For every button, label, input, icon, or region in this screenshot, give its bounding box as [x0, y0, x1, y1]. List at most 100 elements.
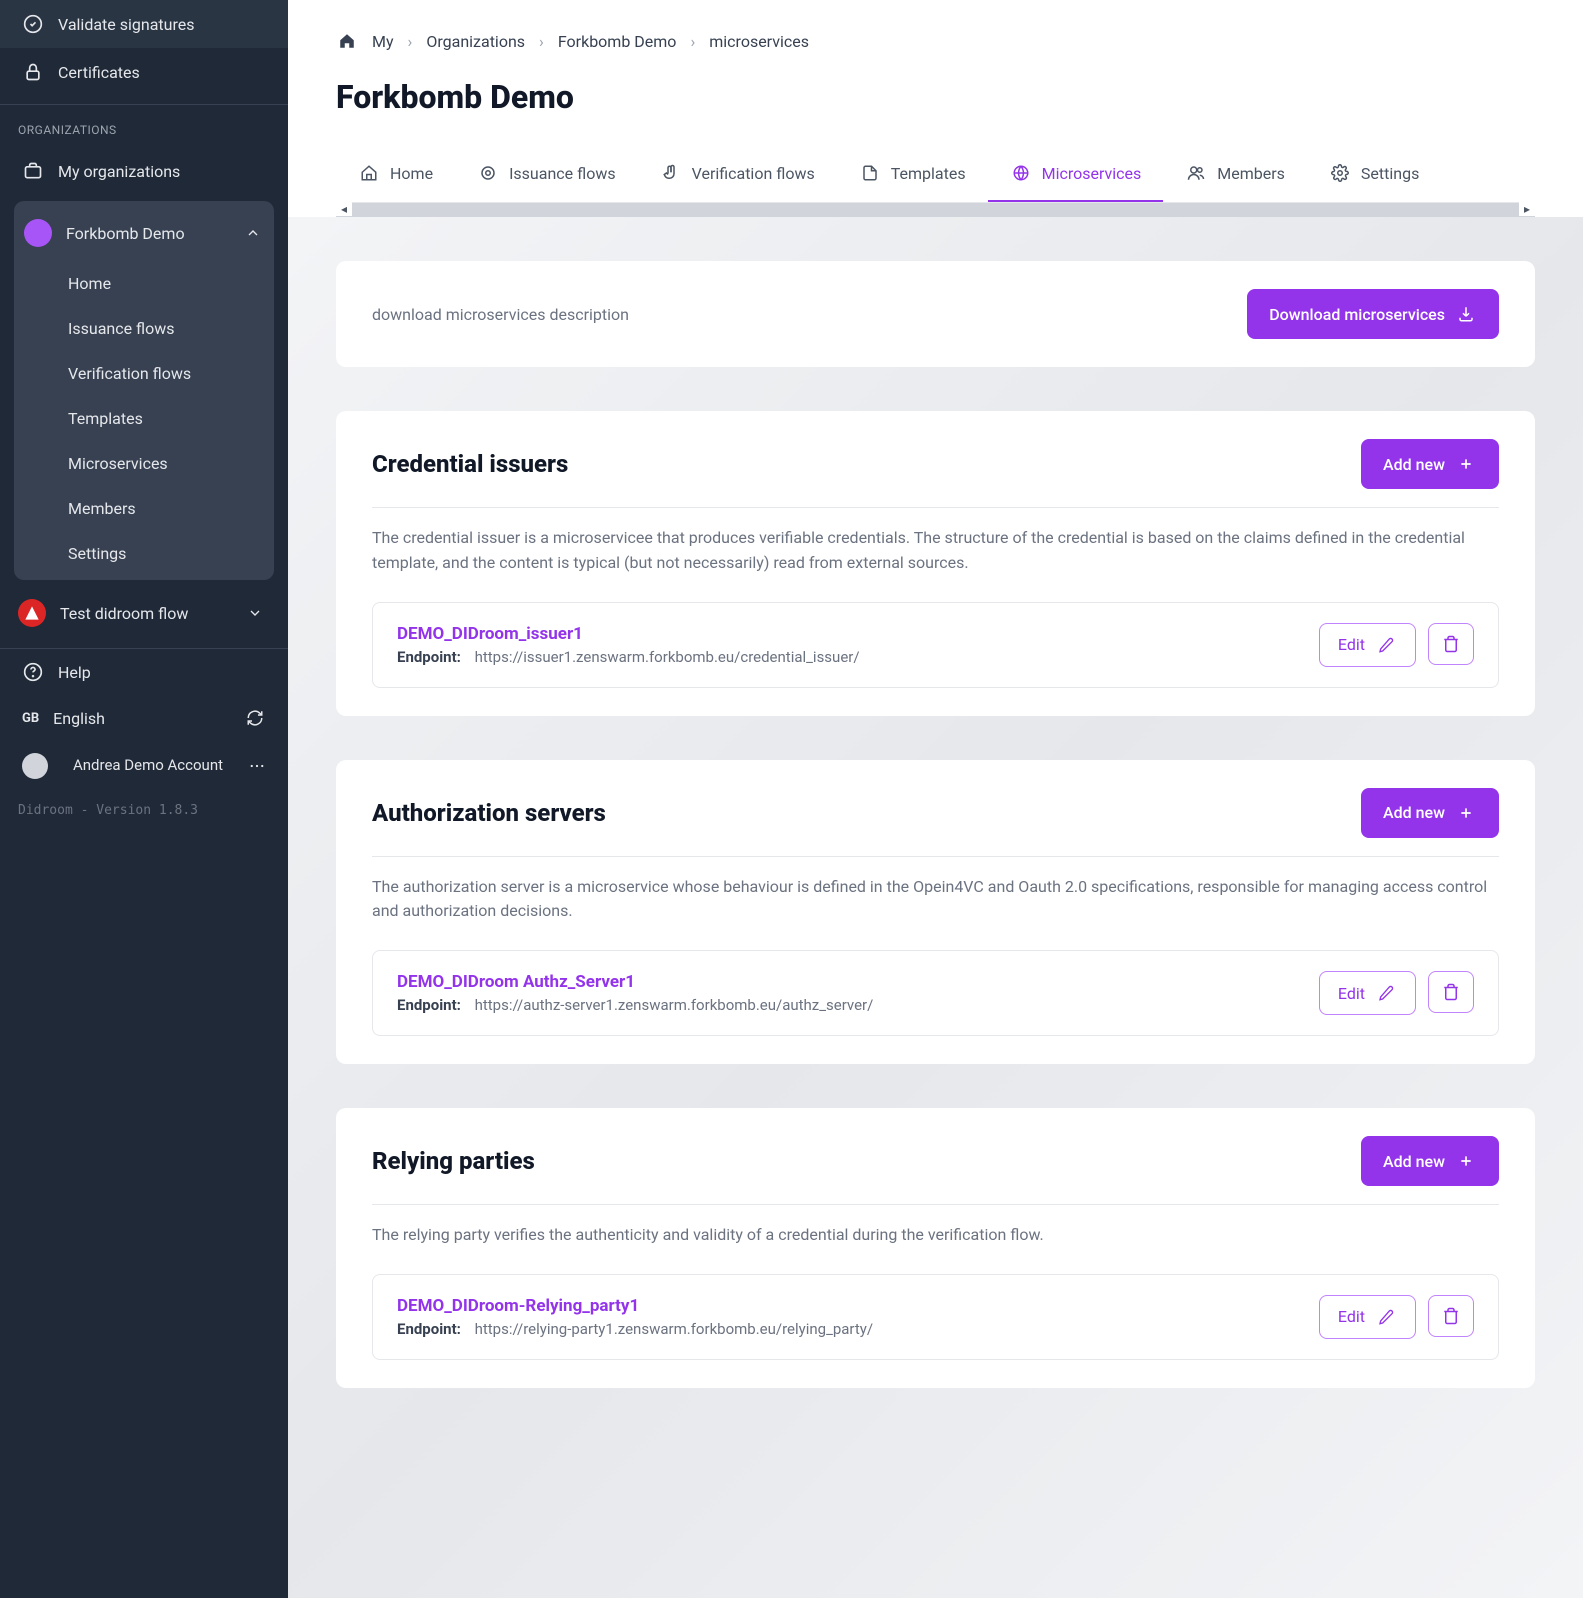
check-circle-icon: [22, 13, 44, 35]
item-endpoint: Endpoint: https://authz-server1.zenswarm…: [397, 996, 1299, 1014]
scroll-left-icon[interactable]: ◂: [336, 202, 352, 216]
endpoint-value: https://issuer1.zenswarm.forkbomb.eu/cre…: [475, 648, 860, 666]
pencil-icon: [1375, 982, 1397, 1004]
user-avatar: [22, 753, 48, 779]
chevron-right-icon: ›: [408, 32, 413, 51]
crumb-organizations[interactable]: Organizations: [426, 32, 525, 51]
sidebar-item-test-didroom[interactable]: Test didroom flow: [0, 586, 288, 640]
content-area: download microservices description Downl…: [288, 217, 1583, 1598]
sidebar-item-validate-signatures[interactable]: Validate signatures: [0, 0, 288, 48]
section-description: The relying party verifies the authentic…: [372, 1223, 1499, 1248]
tabs: Home Issuance flows Verification flows T…: [336, 146, 1535, 203]
tab-label: Verification flows: [692, 164, 815, 183]
download-card: download microservices description Downl…: [336, 261, 1535, 367]
tab-settings[interactable]: Settings: [1307, 146, 1441, 202]
org-avatar: [18, 599, 46, 627]
lock-icon: [22, 61, 44, 83]
tab-label: Home: [390, 164, 433, 183]
edit-button[interactable]: Edit: [1319, 623, 1416, 667]
briefcase-icon: [22, 160, 44, 182]
more-icon[interactable]: [248, 757, 266, 775]
sidebar-item-label: Help: [58, 663, 91, 682]
relying-parties-card: Relying parties Add new The relying part…: [336, 1108, 1535, 1388]
item-name-link[interactable]: DEMO_DIDroom-Relying_party1: [397, 1296, 1299, 1316]
home-icon[interactable]: [336, 30, 358, 52]
tab-label: Issuance flows: [509, 164, 616, 183]
home-icon: [358, 162, 380, 184]
org-sub-microservices[interactable]: Microservices: [14, 441, 274, 486]
active-org-toggle[interactable]: Forkbomb Demo: [14, 205, 274, 261]
sidebar: Validate signatures Certificates Organiz…: [0, 0, 288, 1598]
users-icon: [1185, 162, 1207, 184]
authorization-servers-card: Authorization servers Add new The author…: [336, 760, 1535, 1065]
endpoint-value: https://relying-party1.zenswarm.forkbomb…: [475, 1320, 873, 1338]
hand-icon: [660, 162, 682, 184]
delete-button[interactable]: [1428, 623, 1474, 665]
crumb-my[interactable]: My: [372, 32, 394, 51]
item-name-link[interactable]: DEMO_DIDroom_issuer1: [397, 624, 1299, 644]
sidebar-item-help[interactable]: Help: [0, 649, 288, 695]
version-text: Didroom - Version 1.8.3: [0, 791, 288, 830]
add-new-relying-button[interactable]: Add new: [1361, 1136, 1499, 1186]
item-name-link[interactable]: DEMO_DIDroom Authz_Server1: [397, 972, 1299, 992]
delete-button[interactable]: [1428, 1295, 1474, 1337]
button-label: Download microservices: [1269, 305, 1445, 324]
tab-microservices[interactable]: Microservices: [988, 146, 1164, 202]
chevron-down-icon: [244, 602, 266, 624]
org-sub-issuance-flows[interactable]: Issuance flows: [14, 306, 274, 351]
refresh-icon[interactable]: [244, 707, 266, 729]
add-new-issuer-button[interactable]: Add new: [1361, 439, 1499, 489]
org-sub-verification-flows[interactable]: Verification flows: [14, 351, 274, 396]
tab-verification-flows[interactable]: Verification flows: [638, 146, 837, 202]
org-sub-templates[interactable]: Templates: [14, 396, 274, 441]
crumb-org-name[interactable]: Forkbomb Demo: [558, 32, 677, 51]
org-name: Forkbomb Demo: [66, 224, 228, 243]
sidebar-item-my-organizations[interactable]: My organizations: [0, 147, 288, 195]
chevron-up-icon: [242, 222, 264, 244]
user-account-row[interactable]: Andrea Demo Account: [0, 741, 288, 791]
item-endpoint: Endpoint: https://relying-party1.zenswar…: [397, 1320, 1299, 1338]
add-new-authz-button[interactable]: Add new: [1361, 788, 1499, 838]
section-description: The credential issuer is a microservicee…: [372, 526, 1499, 576]
target-icon: [477, 162, 499, 184]
plus-icon: [1455, 453, 1477, 475]
plus-icon: [1455, 1150, 1477, 1172]
tab-home[interactable]: Home: [336, 146, 455, 202]
edit-button[interactable]: Edit: [1319, 1295, 1416, 1339]
download-microservices-button[interactable]: Download microservices: [1247, 289, 1499, 339]
pencil-icon: [1375, 1306, 1397, 1328]
section-title: Credential issuers: [372, 450, 568, 478]
button-label: Add new: [1383, 803, 1445, 822]
help-circle-icon: [22, 661, 44, 683]
chevron-right-icon: ›: [690, 32, 695, 51]
edit-button[interactable]: Edit: [1319, 971, 1416, 1015]
section-title: Relying parties: [372, 1147, 535, 1175]
org-sub-members[interactable]: Members: [14, 486, 274, 531]
flag-icon: GB: [22, 711, 39, 726]
crumb-microservices[interactable]: microservices: [709, 32, 809, 51]
tab-templates[interactable]: Templates: [837, 146, 988, 202]
org-sub-settings[interactable]: Settings: [14, 531, 274, 576]
sidebar-item-certificates[interactable]: Certificates: [0, 48, 288, 96]
credential-issuers-card: Credential issuers Add new The credentia…: [336, 411, 1535, 716]
tab-label: Templates: [891, 164, 966, 183]
divider: [372, 856, 1499, 857]
horizontal-scrollbar[interactable]: ◂ ▸: [336, 203, 1535, 217]
sidebar-item-label: Validate signatures: [58, 15, 194, 34]
tab-issuance-flows[interactable]: Issuance flows: [455, 146, 638, 202]
button-label: Edit: [1338, 984, 1365, 1003]
endpoint-label: Endpoint:: [397, 1320, 461, 1338]
download-icon: [1455, 303, 1477, 325]
organizations-header: Organizations: [0, 105, 288, 147]
language-selector[interactable]: GB English: [0, 695, 288, 741]
header-area: My › Organizations › Forkbomb Demo › mic…: [288, 0, 1583, 217]
relying-item-row: DEMO_DIDroom-Relying_party1 Endpoint: ht…: [372, 1274, 1499, 1360]
sidebar-item-label: My organizations: [58, 162, 180, 181]
delete-button[interactable]: [1428, 971, 1474, 1013]
tab-members[interactable]: Members: [1163, 146, 1307, 202]
button-label: Edit: [1338, 635, 1365, 654]
org-sub-home[interactable]: Home: [14, 261, 274, 306]
scroll-right-icon[interactable]: ▸: [1519, 202, 1535, 216]
user-name: Andrea Demo Account: [62, 756, 234, 776]
trash-icon: [1440, 633, 1462, 655]
